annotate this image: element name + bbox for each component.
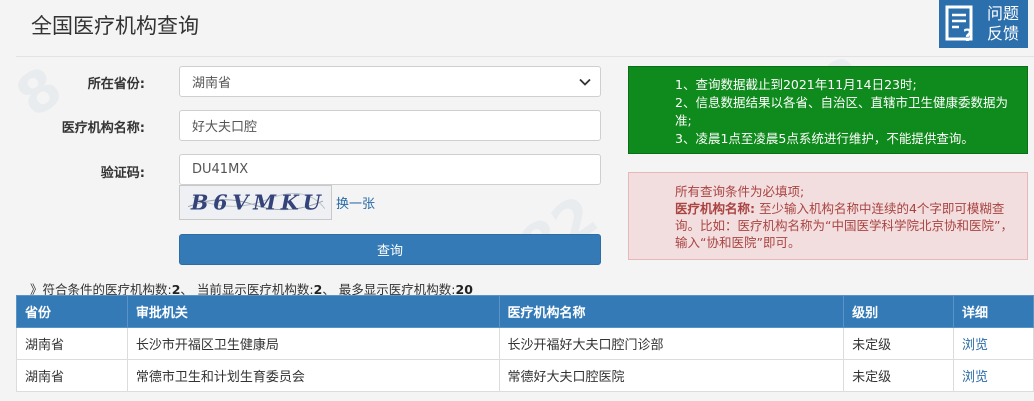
cell-authority: 常德市卫生和计划生育委员会 [126,359,500,392]
institution-name-input[interactable]: 好大夫口腔 [179,110,601,141]
province-label: 所在省份: [87,77,145,92]
col-header-detail: 详细 [953,295,1034,328]
feedback-icon: ? [945,5,973,44]
page-title: 全国医疗机构查询 [31,14,199,38]
cell-level: 未定级 [843,327,955,360]
cell-province: 湖南省 [16,327,128,360]
svg-text:?: ? [963,26,973,44]
info-notice-line: 2、信息数据结果以各省、自治区、直辖市卫生健康委数据为准; [675,95,1008,128]
cell-institution: 长沙开福好大夫口腔门诊部 [498,327,845,360]
requirement-notice-line1: 所有查询条件为必填项; [675,184,805,199]
col-header-authority: 审批机关 [126,295,500,328]
province-select-value: 湖南省 [192,76,232,91]
query-button[interactable]: 查询 [179,234,601,265]
province-select[interactable]: 湖南省 [179,66,601,97]
view-detail-link[interactable]: 浏览 [962,370,988,385]
cell-detail: 浏览 [953,327,1034,360]
watermark: 82 [508,183,610,282]
captcha-input-value: DU41MX [192,162,249,177]
info-notice: 1、查询数据截止到2021年11月14日23时; 2、信息数据结果以各省、自治区… [628,66,1028,154]
refresh-captcha-link[interactable]: 换一张 [336,193,375,212]
requirement-notice-bold: 医疗机构名称: [675,201,755,216]
feedback-label-line2: 反馈 [987,24,1020,43]
captcha-input[interactable]: DU41MX [179,154,601,185]
view-detail-link[interactable]: 浏览 [962,338,988,353]
name-label: 医疗机构名称: [61,121,145,136]
info-notice-line: 1、查询数据截止到2021年11月14日23时; [675,77,917,92]
requirement-notice-line2: 医疗机构名称: 至少输入机构名称中连续的4个字即可模糊查询。比如：医疗机构名称为… [675,200,1013,251]
table-row: 湖南省 常德市卫生和计划生育委员会 常德好大夫口腔医院 未定级 浏览 [16,359,1034,392]
requirement-notice: 所有查询条件为必填项; 医疗机构名称: 至少输入机构名称中连续的4个字即可模糊查… [628,172,1028,260]
captcha-label: 验证码: [100,166,145,181]
col-header-level: 级别 [843,295,955,328]
feedback-label-line1: 问题 [987,4,1020,23]
info-notice-line: 3、凌晨1点至凌晨5点系统进行维护，不能提供查询。 [675,131,974,146]
col-header-institution: 医疗机构名称 [498,295,845,328]
institution-name-value: 好大夫口腔 [192,120,258,135]
cell-level: 未定级 [843,359,955,392]
chevron-down-icon [579,78,591,86]
captcha-image[interactable]: B6VMKU [179,185,332,220]
table-row: 湖南省 长沙市开福区卫生健康局 长沙开福好大夫口腔门诊部 未定级 浏览 [16,327,1034,360]
col-header-province: 省份 [16,295,128,328]
results-table: 省份 审批机关 医疗机构名称 级别 详细 湖南省 长沙市开福区卫生健康局 长沙开… [16,295,1034,392]
title-divider [16,56,1034,57]
cell-detail: 浏览 [953,359,1034,392]
cell-authority: 长沙市开福区卫生健康局 [126,327,500,360]
captcha-char: B6VMKU [190,191,326,215]
cell-institution: 常德好大夫口腔医院 [498,359,845,392]
feedback-button[interactable]: ? 问题 反馈 [939,0,1028,48]
table-header-row: 省份 审批机关 医疗机构名称 级别 详细 [16,295,1034,328]
cell-province: 湖南省 [16,359,128,392]
